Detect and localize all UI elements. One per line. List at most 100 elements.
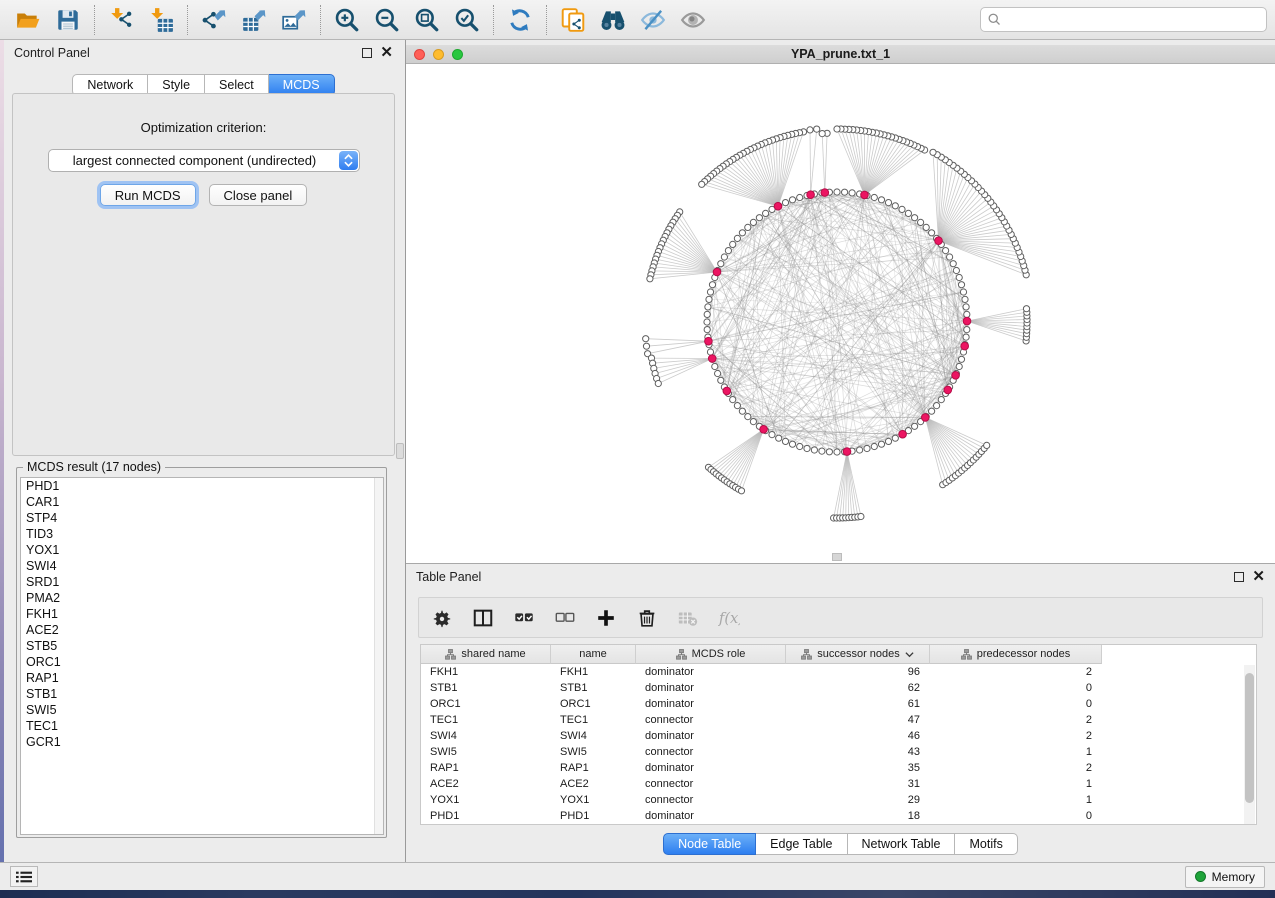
- tree-icon: [961, 649, 972, 660]
- table-row[interactable]: SWI4SWI4dominator462: [421, 728, 1256, 744]
- search-input[interactable]: [1002, 13, 1260, 27]
- show-eye-button[interactable]: [673, 3, 713, 37]
- table-delete-button: [675, 605, 701, 631]
- mcds-result-item[interactable]: STB5: [21, 638, 383, 654]
- search-network-button[interactable]: [593, 3, 633, 37]
- mcds-result-item[interactable]: STB1: [21, 686, 383, 702]
- mcds-result-item[interactable]: SWI5: [21, 702, 383, 718]
- deselect-all-button[interactable]: [552, 605, 578, 631]
- task-history-button[interactable]: [10, 866, 38, 887]
- run-mcds-button[interactable]: Run MCDS: [100, 184, 196, 206]
- close-table-panel-icon[interactable]: ✕: [1252, 572, 1265, 582]
- memory-button[interactable]: Memory: [1185, 866, 1265, 888]
- network-titlebar[interactable]: YPA_prune.txt_1: [406, 45, 1275, 64]
- import-table-button[interactable]: [141, 3, 181, 37]
- table-tab-edge-table[interactable]: Edge Table: [756, 833, 847, 855]
- table-row[interactable]: STB1STB1dominator620: [421, 680, 1256, 696]
- import-network-icon: [108, 7, 134, 33]
- network-graph: [406, 64, 1275, 563]
- table-row[interactable]: PHD1PHD1dominator180: [421, 808, 1256, 824]
- sort-desc-icon: [905, 651, 914, 658]
- close-panel-icon[interactable]: ✕: [380, 48, 393, 58]
- zoom-fit-button[interactable]: [407, 3, 447, 37]
- export-image-button[interactable]: [274, 3, 314, 37]
- export-table-button[interactable]: [234, 3, 274, 37]
- mcds-result-item[interactable]: PHD1: [21, 478, 383, 494]
- zoom-selected-button[interactable]: [447, 3, 487, 37]
- gear-button[interactable]: [429, 605, 455, 631]
- mcds-result-item[interactable]: SRD1: [21, 574, 383, 590]
- close-panel-button[interactable]: Close panel: [209, 184, 308, 206]
- mcds-result-list[interactable]: PHD1CAR1STP4TID3YOX1SWI4SRD1PMA2FKH1ACE2…: [20, 477, 384, 835]
- mcds-result-item[interactable]: ACE2: [21, 622, 383, 638]
- panel-divider-handle[interactable]: [396, 443, 404, 459]
- delete-button[interactable]: [634, 605, 660, 631]
- cell-mcds_role: connector: [636, 792, 786, 808]
- optimization-criterion-label: Optimization criterion:: [13, 120, 394, 135]
- zoom-in-button[interactable]: [327, 3, 367, 37]
- mcds-list-scrollbar[interactable]: [374, 478, 383, 834]
- mcds-result-item[interactable]: TEC1: [21, 718, 383, 734]
- search-network-icon: [600, 7, 626, 33]
- column-header-name[interactable]: name: [551, 645, 636, 664]
- tree-icon: [445, 649, 456, 660]
- mcds-result-item[interactable]: YOX1: [21, 542, 383, 558]
- control-panel-title: Control Panel: [14, 46, 90, 60]
- mcds-result-item[interactable]: FKH1: [21, 606, 383, 622]
- zoom-selected-icon: [454, 7, 480, 33]
- mcds-result-item[interactable]: SWI4: [21, 558, 383, 574]
- columns-button[interactable]: [470, 605, 496, 631]
- table-scrollbar[interactable]: [1244, 665, 1255, 825]
- search-box[interactable]: [980, 7, 1267, 32]
- float-table-panel-icon[interactable]: [1234, 572, 1244, 582]
- import-network-button[interactable]: [101, 3, 141, 37]
- cell-predecessor_nodes: 2: [930, 664, 1102, 680]
- cell-shared_name: FKH1: [421, 664, 551, 680]
- mcds-result-item[interactable]: PMA2: [21, 590, 383, 606]
- table-tab-motifs[interactable]: Motifs: [955, 833, 1017, 855]
- table-row[interactable]: TEC1TEC1connector472: [421, 712, 1256, 728]
- mcds-result-item[interactable]: STP4: [21, 510, 383, 526]
- table-row[interactable]: ACE2ACE2connector311: [421, 776, 1256, 792]
- export-image-icon: [281, 7, 307, 33]
- cell-predecessor_nodes: 0: [930, 808, 1102, 824]
- split-handle[interactable]: [832, 553, 842, 561]
- cell-mcds_role: dominator: [636, 696, 786, 712]
- cell-successor_nodes: 61: [786, 696, 930, 712]
- select-stepper-icon: [339, 151, 358, 170]
- mcds-result-item[interactable]: ORC1: [21, 654, 383, 670]
- column-header-shared-name[interactable]: shared name: [421, 645, 551, 664]
- mcds-result-item[interactable]: TID3: [21, 526, 383, 542]
- table-row[interactable]: FKH1FKH1dominator962: [421, 664, 1256, 680]
- criterion-select[interactable]: largest connected component (undirected): [48, 149, 360, 172]
- clone-network-button[interactable]: [553, 3, 593, 37]
- table-tab-node-table[interactable]: Node Table: [663, 833, 756, 855]
- mcds-result-item[interactable]: GCR1: [21, 734, 383, 750]
- refresh-button[interactable]: [500, 3, 540, 37]
- table-tab-network-table[interactable]: Network Table: [848, 833, 956, 855]
- table-row[interactable]: SWI5SWI5connector431: [421, 744, 1256, 760]
- node-table[interactable]: shared namenameMCDS rolesuccessor nodesp…: [420, 644, 1257, 825]
- save-icon: [55, 7, 81, 33]
- table-row[interactable]: ORC1ORC1dominator610: [421, 696, 1256, 712]
- table-row[interactable]: RAP1RAP1dominator352: [421, 760, 1256, 776]
- zoom-out-button[interactable]: [367, 3, 407, 37]
- column-header-successor-nodes[interactable]: successor nodes: [786, 645, 930, 664]
- cell-predecessor_nodes: 2: [930, 712, 1102, 728]
- mcds-result-item[interactable]: CAR1: [21, 494, 383, 510]
- column-header-MCDS-role[interactable]: MCDS role: [636, 645, 786, 664]
- open-folder-icon: [15, 7, 41, 33]
- save-button[interactable]: [48, 3, 88, 37]
- open-folder-button[interactable]: [8, 3, 48, 37]
- mcds-result-item[interactable]: RAP1: [21, 670, 383, 686]
- select-all-button[interactable]: [511, 605, 537, 631]
- cell-successor_nodes: 35: [786, 760, 930, 776]
- table-scrollbar-thumb[interactable]: [1245, 673, 1254, 803]
- column-header-predecessor-nodes[interactable]: predecessor nodes: [930, 645, 1102, 664]
- hide-eye-button[interactable]: [633, 3, 673, 37]
- export-network-button[interactable]: [194, 3, 234, 37]
- table-row[interactable]: YOX1YOX1connector291: [421, 792, 1256, 808]
- float-panel-icon[interactable]: [362, 48, 372, 58]
- network-canvas[interactable]: [406, 64, 1275, 563]
- add-button[interactable]: [593, 605, 619, 631]
